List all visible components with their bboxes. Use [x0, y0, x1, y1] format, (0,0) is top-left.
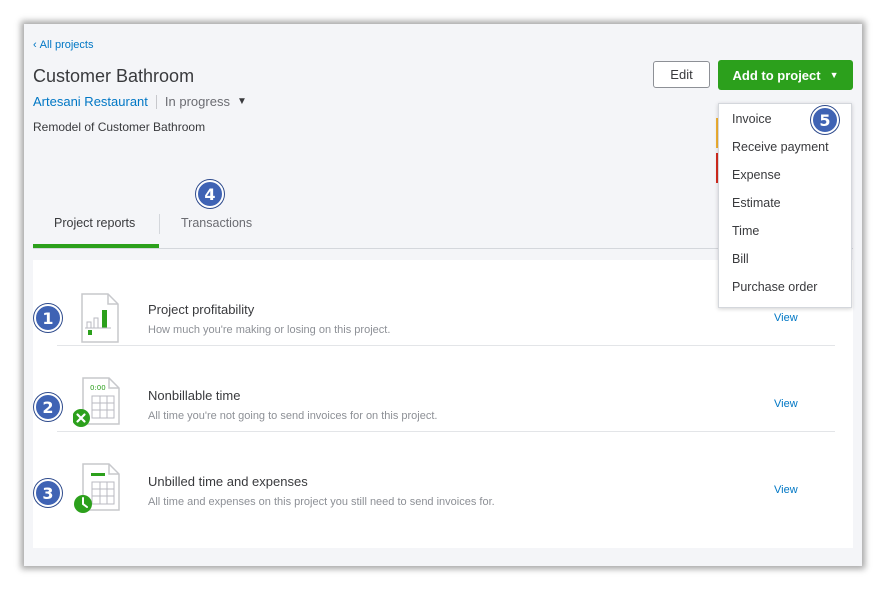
tab-divider — [159, 214, 160, 234]
all-projects-label: All projects — [39, 39, 94, 51]
menu-item-invoice[interactable]: Invoice — [732, 112, 772, 126]
report-title: Nonbillable time — [148, 388, 241, 403]
menu-item-expense[interactable]: Expense — [732, 168, 781, 182]
report-subtitle: How much you're making or losing on this… — [148, 324, 391, 336]
callout-badge-5: 5 — [811, 106, 839, 134]
profitability-report-icon — [81, 293, 119, 343]
page-title: Customer Bathroom — [33, 66, 195, 86]
add-to-project-button[interactable]: Add to project ▼ — [718, 60, 853, 90]
menu-item-time[interactable]: Time — [732, 224, 759, 238]
report-row-nonbillable: 0:00 Nonbillable time All time you're no… — [33, 346, 853, 432]
callout-badge-2: 2 — [34, 393, 62, 421]
active-tab-indicator — [33, 244, 159, 248]
customer-link[interactable]: Artesani Restaurant — [33, 94, 148, 109]
tab-project-reports[interactable]: Project reports — [54, 216, 135, 230]
edit-button[interactable]: Edit — [653, 61, 710, 88]
menu-item-purchase-order[interactable]: Purchase order — [732, 280, 817, 294]
report-subtitle: All time you're not going to send invoic… — [148, 410, 438, 422]
all-projects-link[interactable]: ‹ All projects — [33, 39, 93, 51]
meta-divider — [155, 94, 157, 109]
tab-transactions[interactable]: Transactions — [181, 216, 252, 230]
view-link-unbilled[interactable]: View — [774, 484, 798, 496]
callout-badge-4: 4 — [196, 180, 224, 208]
callout-badge-3: 3 — [34, 479, 62, 507]
report-title: Unbilled time and expenses — [148, 474, 308, 489]
menu-item-receive-payment[interactable]: Receive payment — [732, 140, 829, 154]
menu-item-bill[interactable]: Bill — [732, 252, 749, 266]
nonbillable-time-icon: 0:00 — [73, 377, 120, 427]
chevron-left-icon: ‹ — [33, 39, 37, 51]
project-description: Remodel of Customer Bathroom — [33, 120, 206, 134]
add-to-project-label: Add to project — [732, 67, 821, 83]
view-link-profitability[interactable]: View — [774, 312, 798, 324]
clock-readout: 0:00 — [90, 384, 106, 392]
menu-item-estimate[interactable]: Estimate — [732, 196, 781, 210]
project-meta: Artesani Restaurant In progress ▼ — [33, 94, 247, 109]
view-link-nonbillable[interactable]: View — [774, 398, 798, 410]
caret-down-icon: ▼ — [829, 70, 839, 80]
report-subtitle: All time and expenses on this project yo… — [148, 496, 495, 508]
status-dropdown-icon[interactable]: ▼ — [237, 96, 247, 107]
add-to-project-menu: Invoice Receive payment Expense Estimate… — [718, 103, 852, 308]
report-row-unbilled: Unbilled time and expenses All time and … — [33, 432, 853, 518]
app-window: ‹ All projects Customer Bathroom Artesani… — [24, 24, 862, 566]
status-label: In progress — [164, 94, 230, 109]
unbilled-time-icon — [74, 463, 120, 513]
callout-badge-1: 1 — [34, 304, 62, 332]
report-title: Project profitability — [148, 302, 255, 317]
